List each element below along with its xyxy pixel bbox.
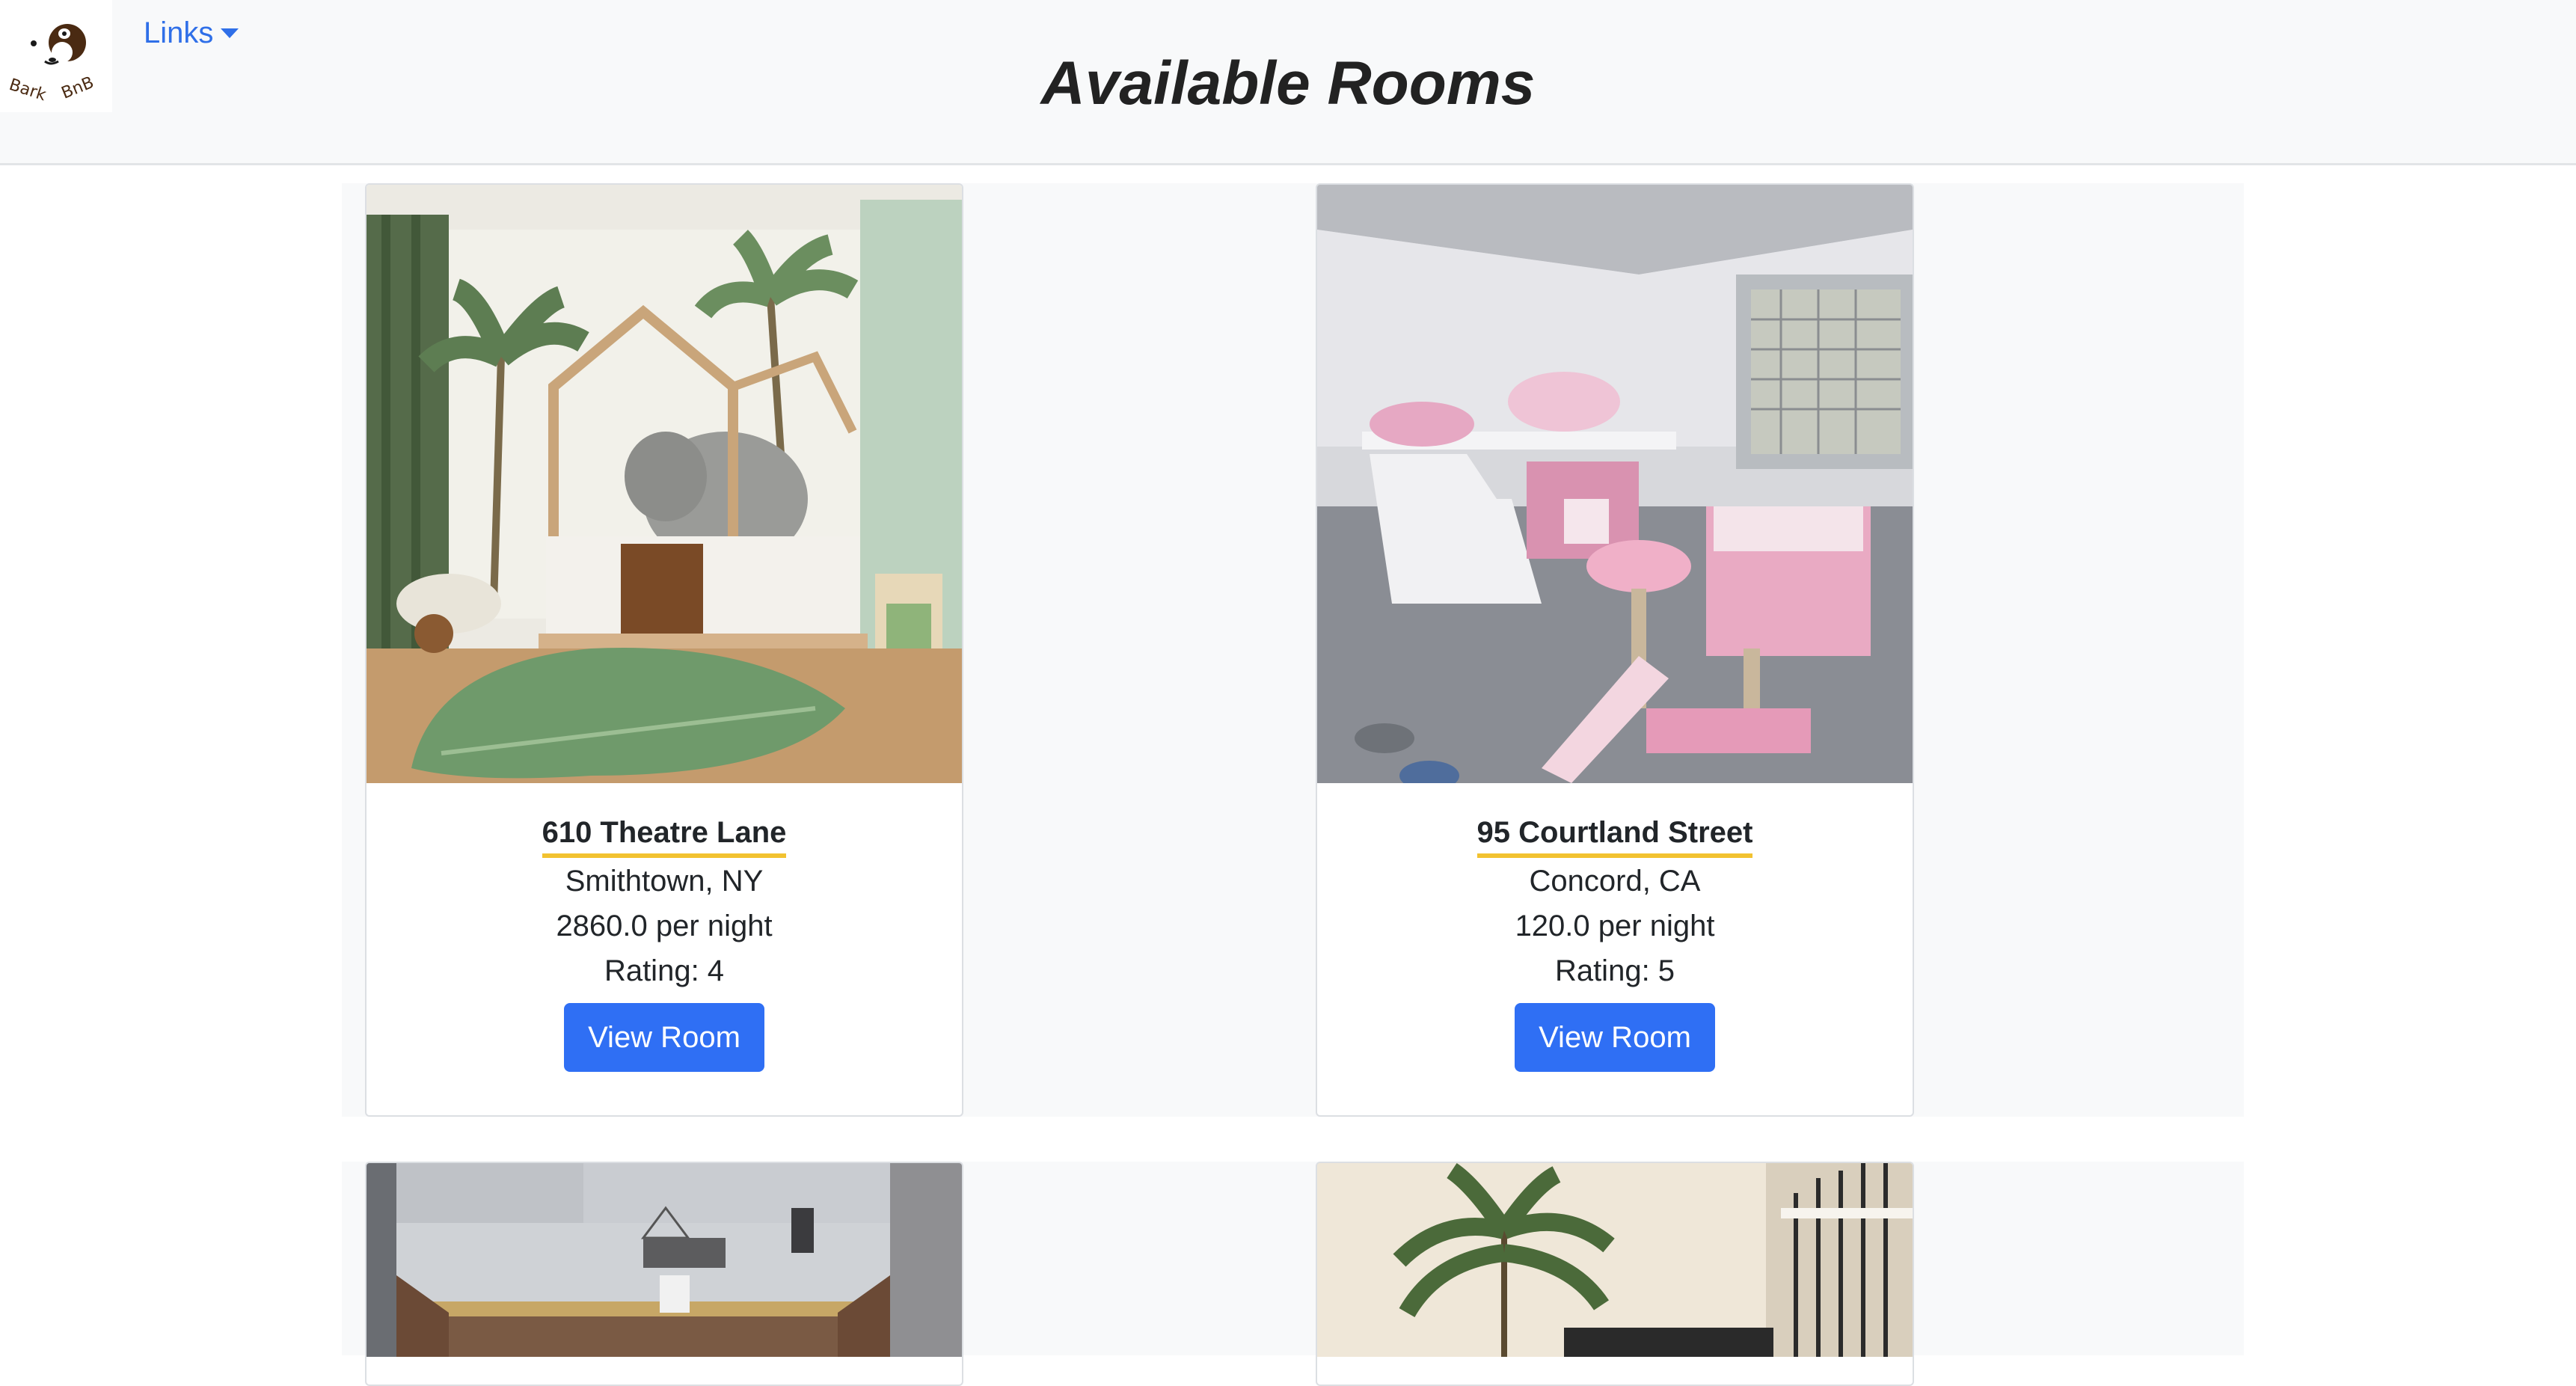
- room-card: 610 Theatre Lane Smithtown, NY 2860.0 pe…: [365, 183, 963, 1117]
- room-card: [1316, 1162, 1914, 1386]
- room-location: Smithtown, NY: [565, 865, 764, 898]
- room-image-staircase-plant-room[interactable]: [1317, 1163, 1913, 1357]
- room-card: 95 Courtland Street Concord, CA 120.0 pe…: [1316, 183, 1914, 1117]
- room-image-jungle-bedroom[interactable]: [367, 185, 962, 783]
- room-price: 120.0 per night: [1515, 910, 1715, 942]
- caret-down-icon: [221, 28, 239, 38]
- room-location: Concord, CA: [1529, 865, 1701, 898]
- view-room-button[interactable]: View Room: [564, 1003, 764, 1072]
- room-image-pink-cat-room[interactable]: [1317, 185, 1913, 783]
- room-rating: Rating: 4: [604, 954, 725, 987]
- room-card-body: 610 Theatre Lane Smithtown, NY 2860.0 pe…: [367, 783, 962, 1072]
- room-price: 2860.0 per night: [556, 910, 773, 942]
- room-address-link[interactable]: 95 Courtland Street: [1476, 815, 1753, 858]
- links-label: Links: [144, 16, 214, 49]
- room-card: [365, 1162, 963, 1386]
- room-image-dogs-welcome-room[interactable]: [367, 1163, 962, 1357]
- page-title: Available Rooms: [1040, 49, 1536, 117]
- navbar: Bark BnB Links Available Rooms: [0, 0, 2576, 165]
- view-room-button[interactable]: View Room: [1515, 1003, 1715, 1072]
- room-address-link[interactable]: 610 Theatre Lane: [542, 815, 787, 858]
- links-dropdown-toggle[interactable]: Links: [144, 16, 239, 50]
- room-rating: Rating: 5: [1554, 954, 1675, 987]
- room-card-body: 95 Courtland Street Concord, CA 120.0 pe…: [1317, 783, 1913, 1072]
